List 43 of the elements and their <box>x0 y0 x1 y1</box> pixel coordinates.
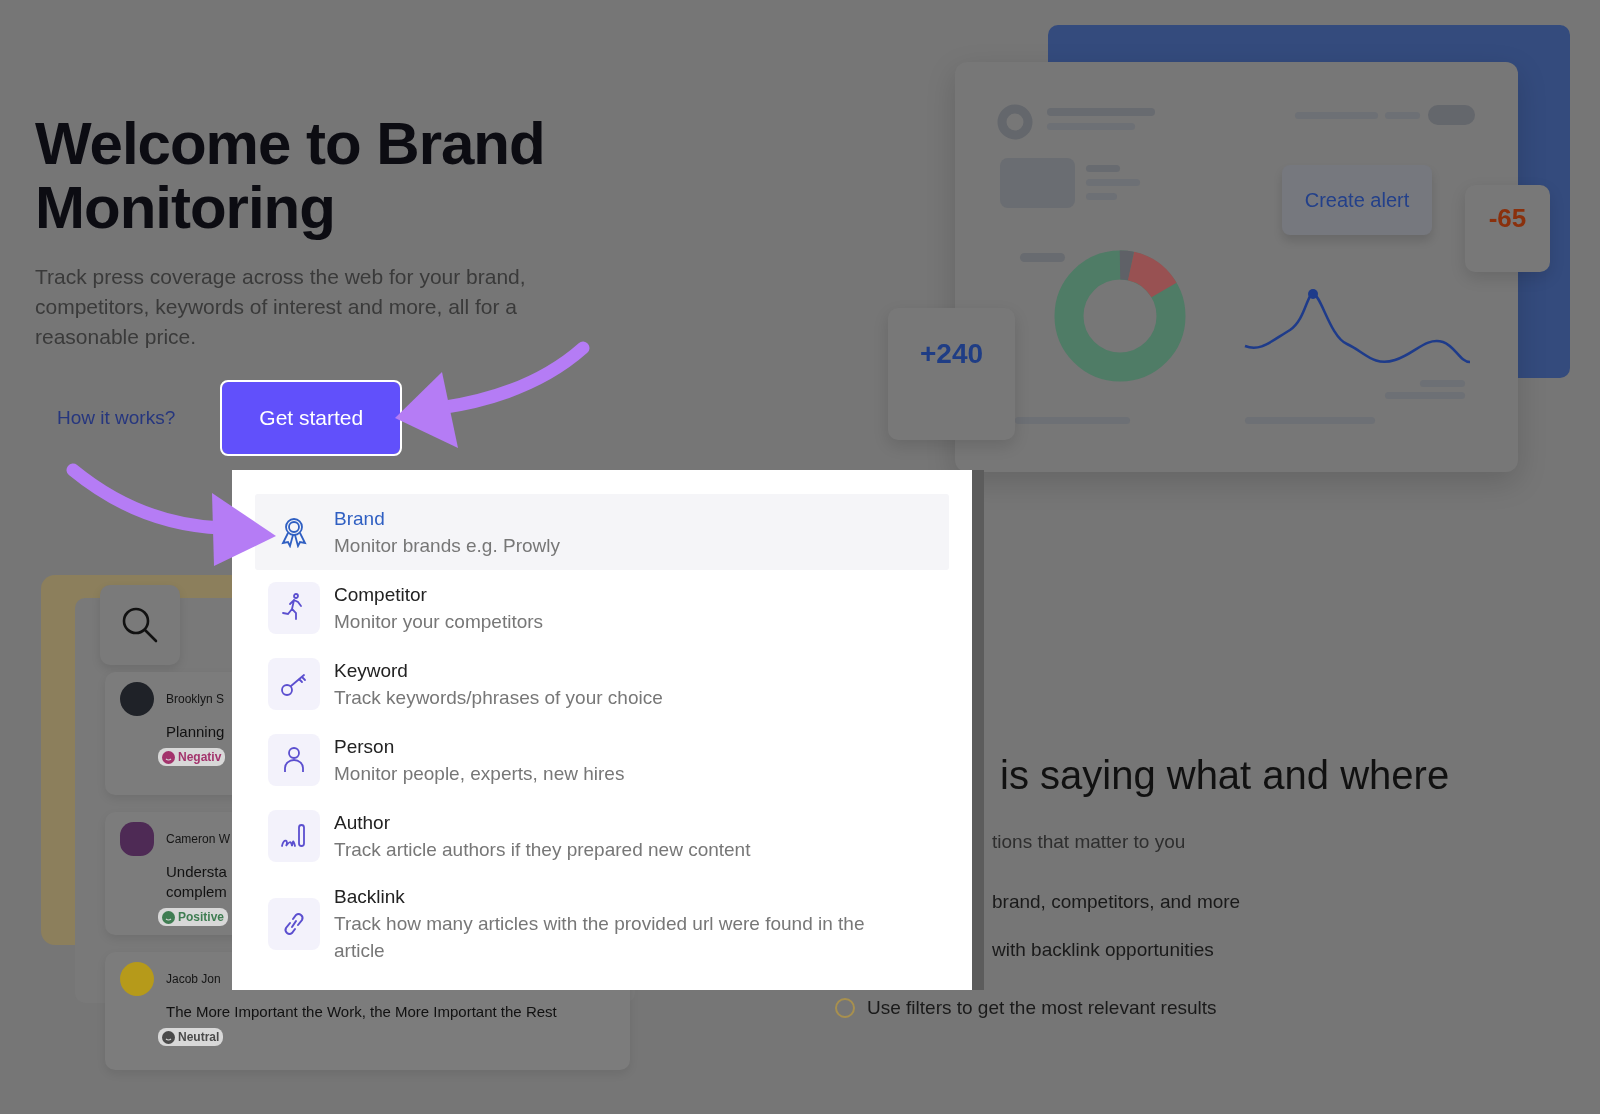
avatar <box>120 822 154 856</box>
item-description: Monitor people, experts, new hires <box>334 761 626 786</box>
author-name: Jacob Jon <box>166 972 221 986</box>
item-title: Competitor <box>334 582 428 607</box>
author-name: Brooklyn S <box>166 692 225 706</box>
avatar <box>120 962 154 996</box>
sentiment-tag: Positive <box>158 908 229 926</box>
feature-text: brand, competitors, and more <box>992 891 1241 913</box>
article-title: Planning <box>165 722 225 742</box>
avatar <box>120 682 154 716</box>
item-title: Author <box>334 810 391 835</box>
author-name: Cameron W <box>166 832 230 846</box>
page-subtitle: Track press coverage across the web for your brand, competitors, keywords of interest and more, all for a reasonable price. <box>35 264 527 350</box>
item-description: Track article authors if they prepared new content <box>334 837 752 862</box>
score-value: -65 <box>1488 203 1527 233</box>
menu-item[interactable]: Backlink Track how many articles with the provided url were found in the article <box>255 874 949 974</box>
score-value: +240 <box>919 338 984 370</box>
section-subtitle: tions that matter to you <box>992 831 1187 853</box>
page-title: Welcome to Brand Monitoring <box>35 112 546 240</box>
article-title: The More Important the Work, the More Important the Rest <box>165 1002 558 1022</box>
item-title: Keyword <box>334 658 409 683</box>
menu-item[interactable]: Author Track article authors if they prepared new content <box>255 798 949 874</box>
feature-text: Use filters to get the most relevant results <box>867 997 1217 1019</box>
item-title: Person <box>334 734 396 759</box>
item-title: Brand <box>334 506 386 531</box>
search-icon <box>120 605 160 645</box>
article-title: Understa complem <box>165 862 227 902</box>
feature-text: with backlink opportunities <box>992 939 1214 961</box>
item-description: Monitor brands e.g. Prowly <box>334 533 561 558</box>
item-description: Track how many articles with the provided url were found in the article <box>334 912 866 963</box>
circle-icon <box>835 998 855 1018</box>
sentiment-tag: Neutral <box>158 1028 224 1046</box>
menu-item[interactable]: Competitor Monitor your competitors <box>255 570 949 646</box>
menu-item[interactable]: Person Monitor people, experts, new hires <box>255 722 949 798</box>
item-description: Monitor your competitors <box>334 609 545 634</box>
menu-item[interactable]: Keyword Track keywords/phrases of your choice <box>255 646 949 722</box>
item-title: Backlink <box>334 885 406 909</box>
ribbon-icon <box>279 516 309 548</box>
item-description: Track keywords/phrases of your choice <box>334 685 664 710</box>
menu-item[interactable]: Brand Monitor brands e.g. Prowly <box>255 494 949 570</box>
get-started-button[interactable]: Get started <box>222 382 401 454</box>
section-heading: is saying what and where <box>1000 752 1451 799</box>
sentiment-tag: Negativ <box>158 748 226 766</box>
